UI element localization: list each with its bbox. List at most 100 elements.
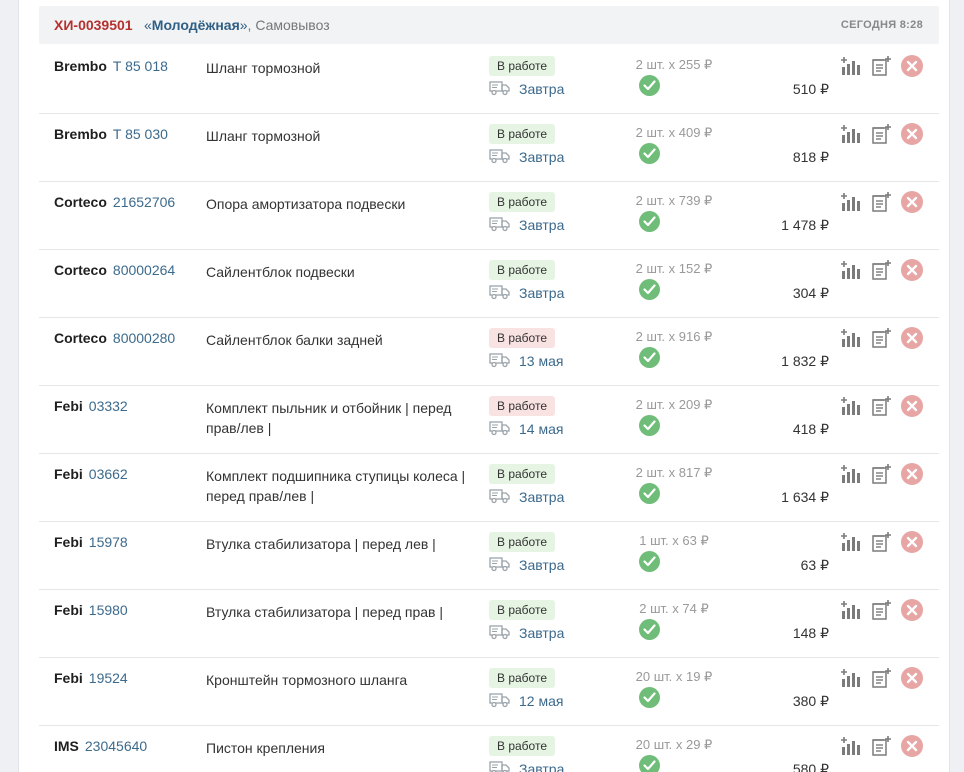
check-circle-icon xyxy=(639,143,660,164)
item-article-link[interactable]: 15978 xyxy=(89,534,128,550)
delete-circle-icon[interactable] xyxy=(901,463,923,485)
item-article-link[interactable]: 19524 xyxy=(89,670,128,686)
note-plus-icon[interactable] xyxy=(870,55,892,77)
item-description: Комплект подшипника ступицы колеса | пер… xyxy=(206,468,466,504)
item-article-link[interactable]: 03332 xyxy=(89,398,128,414)
item-brand: Febi 19524 xyxy=(54,670,128,686)
item-description: Втулка стабилизатора | перед прав | xyxy=(206,604,444,620)
order-header: ХИ-0039501 «Молодёжная», Самовывоз СЕГОД… xyxy=(39,6,939,44)
order-item-row: Febi 19524 Кронштейн тормозного шланга В ра… xyxy=(39,657,939,726)
item-delivery-date: Завтра xyxy=(519,761,565,772)
order-item-row: Febi 15980 Втулка стабилизатора | перед пр… xyxy=(39,589,939,658)
delete-circle-icon[interactable] xyxy=(901,327,923,349)
bar-chart-plus-icon[interactable] xyxy=(839,395,861,417)
note-plus-icon[interactable] xyxy=(870,463,892,485)
bar-chart-plus-icon[interactable] xyxy=(839,599,861,621)
bar-chart-plus-icon[interactable] xyxy=(839,531,861,553)
item-total: 510 ₽ xyxy=(792,81,829,97)
item-status-badge: В работе xyxy=(489,124,556,144)
note-plus-icon[interactable] xyxy=(870,599,892,621)
bar-chart-plus-icon[interactable] xyxy=(839,55,861,77)
item-article-link[interactable]: 80000280 xyxy=(113,330,175,346)
note-plus-icon[interactable] xyxy=(870,531,892,553)
brand-name: Febi xyxy=(54,534,83,550)
item-status-badge: В работе xyxy=(489,260,556,280)
item-status-badge: В работе xyxy=(489,396,556,416)
delete-circle-icon[interactable] xyxy=(901,735,923,757)
brand-name: Brembo xyxy=(54,58,107,74)
item-description: Комплект пыльник и отбойник | перед прав… xyxy=(206,400,452,436)
note-plus-icon[interactable] xyxy=(870,395,892,417)
bar-chart-plus-icon[interactable] xyxy=(839,191,861,213)
store-name[interactable]: Молодёжная xyxy=(152,17,240,33)
brand-name: Corteco xyxy=(54,330,107,346)
item-article-link[interactable]: 21652706 xyxy=(113,194,175,210)
note-plus-icon[interactable] xyxy=(870,735,892,757)
check-circle-icon xyxy=(639,347,660,368)
truck-icon xyxy=(489,692,511,708)
item-article-link[interactable]: T 85 030 xyxy=(113,126,168,142)
note-plus-icon[interactable] xyxy=(870,123,892,145)
delete-circle-icon[interactable] xyxy=(901,259,923,281)
item-article-link[interactable]: 15980 xyxy=(89,602,128,618)
delete-circle-icon[interactable] xyxy=(901,667,923,689)
item-description: Шланг тормозной xyxy=(206,60,321,76)
item-delivery-date: Завтра xyxy=(519,625,565,641)
order-item-row: Brembo T 85 030 Шланг тормозной В работе Зав… xyxy=(39,113,939,182)
item-article-link[interactable]: T 85 018 xyxy=(113,58,168,74)
brand-name: Febi xyxy=(54,466,83,482)
delivery-method: , Самовывоз xyxy=(247,17,330,33)
item-total: 818 ₽ xyxy=(792,149,829,165)
truck-icon xyxy=(489,420,511,436)
note-plus-icon[interactable] xyxy=(870,327,892,349)
note-plus-icon[interactable] xyxy=(870,259,892,281)
item-status-badge: В работе xyxy=(489,600,556,620)
truck-icon xyxy=(489,556,511,572)
item-article-link[interactable]: 23045640 xyxy=(85,738,147,754)
delete-circle-icon[interactable] xyxy=(901,55,923,77)
store-quote-close: » xyxy=(239,17,248,33)
order-item-row: Febi 15978 Втулка стабилизатора | перед ле… xyxy=(39,521,939,590)
item-delivery-date: Завтра xyxy=(519,285,565,301)
item-brand: Corteco 80000280 xyxy=(54,330,175,346)
order-sheet: ХИ-0039501 «Молодёжная», Самовывоз СЕГОД… xyxy=(18,0,950,772)
item-delivery-date: 13 мая xyxy=(519,353,564,369)
order-store-info: «Молодёжная», Самовывоз xyxy=(144,17,330,33)
brand-name: Corteco xyxy=(54,262,107,278)
item-article-link[interactable]: 03662 xyxy=(89,466,128,482)
note-plus-icon[interactable] xyxy=(870,667,892,689)
bar-chart-plus-icon[interactable] xyxy=(839,259,861,281)
brand-name: Febi xyxy=(54,602,83,618)
item-brand: Febi 15978 xyxy=(54,534,128,550)
brand-name: Febi xyxy=(54,670,83,686)
check-circle-icon xyxy=(639,415,660,436)
bar-chart-plus-icon[interactable] xyxy=(839,327,861,349)
delete-circle-icon[interactable] xyxy=(901,395,923,417)
item-article-link[interactable]: 80000264 xyxy=(113,262,175,278)
delete-circle-icon[interactable] xyxy=(901,599,923,621)
item-description: Втулка стабилизатора | перед лев | xyxy=(206,536,436,552)
item-description: Кронштейн тормозного шланга xyxy=(206,672,408,688)
order-number[interactable]: ХИ-0039501 xyxy=(54,17,133,33)
delete-circle-icon[interactable] xyxy=(901,531,923,553)
check-circle-icon xyxy=(639,483,660,504)
item-brand: Brembo T 85 018 xyxy=(54,58,168,74)
truck-icon xyxy=(489,80,511,96)
item-delivery-date: Завтра xyxy=(519,149,565,165)
truck-icon xyxy=(489,624,511,640)
brand-name: Febi xyxy=(54,398,83,414)
bar-chart-plus-icon[interactable] xyxy=(839,667,861,689)
order-item-row: Corteco 80000280 Сайлентблок балки задней В… xyxy=(39,317,939,386)
bar-chart-plus-icon[interactable] xyxy=(839,463,861,485)
delete-circle-icon[interactable] xyxy=(901,123,923,145)
bar-chart-plus-icon[interactable] xyxy=(839,735,861,757)
item-brand: Febi 03332 xyxy=(54,398,128,414)
item-status-badge: В работе xyxy=(489,464,556,484)
item-brand: Febi 15980 xyxy=(54,602,128,618)
item-description: Опора амортизатора подвески xyxy=(206,196,406,212)
bar-chart-plus-icon[interactable] xyxy=(839,123,861,145)
delete-circle-icon[interactable] xyxy=(901,191,923,213)
order-item-row: IMS 23045640 Пистон крепления В работе Завтр… xyxy=(39,725,939,772)
note-plus-icon[interactable] xyxy=(870,191,892,213)
order-item-row: Corteco 80000264 Сайлентблок подвески В раб… xyxy=(39,249,939,318)
